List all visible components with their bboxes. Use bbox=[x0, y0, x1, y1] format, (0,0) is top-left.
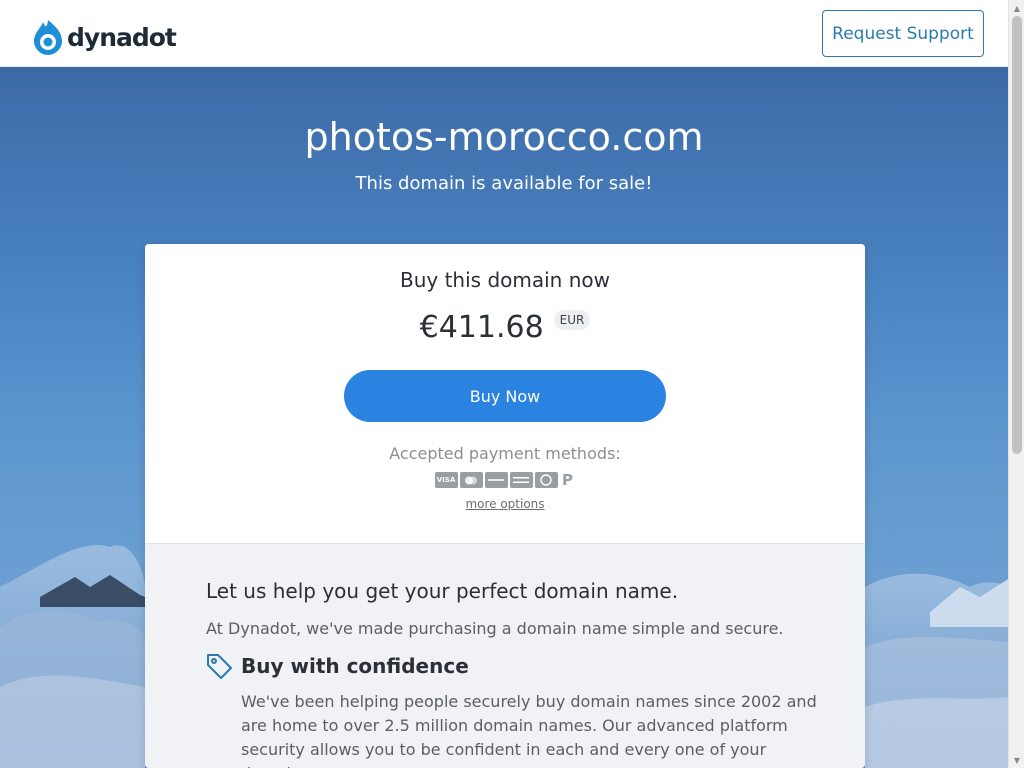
payment-methods-label: Accepted payment methods: bbox=[389, 444, 621, 463]
dynadot-flame-icon bbox=[34, 20, 62, 55]
confidence-heading: Buy with confidence bbox=[205, 652, 469, 680]
visa-icon: VISA bbox=[434, 472, 458, 488]
hero-section: photos-morocco.com This domain is availa… bbox=[0, 67, 1008, 768]
currency-badge: EUR bbox=[553, 309, 591, 330]
buy-section: Buy this domain now €411.68 EUR Buy Now … bbox=[145, 244, 865, 544]
confidence-text: We've been helping people securely buy d… bbox=[241, 692, 817, 768]
confidence-title: Buy with confidence bbox=[241, 654, 469, 678]
logo-text: dynadot bbox=[67, 22, 177, 52]
buy-title: Buy this domain now bbox=[400, 268, 610, 292]
domain-sale-subtitle: This domain is available for sale! bbox=[355, 173, 653, 194]
scroll-up-arrow-icon[interactable]: ▲ bbox=[1009, 0, 1024, 16]
scroll-thumb[interactable] bbox=[1012, 16, 1022, 454]
paypal-icon: P bbox=[562, 471, 573, 489]
vertical-scrollbar[interactable]: ▲ ▼ bbox=[1008, 0, 1024, 768]
amex-icon bbox=[509, 472, 533, 488]
more-options-link[interactable]: more options bbox=[145, 497, 865, 511]
alipay-icon bbox=[534, 472, 558, 488]
domain-name-title: photos-morocco.com bbox=[304, 115, 704, 159]
help-title: Let us help you get your perfect domain … bbox=[206, 579, 679, 603]
discover-icon bbox=[484, 472, 508, 488]
mastercard-icon bbox=[459, 472, 483, 488]
price-row: €411.68 EUR bbox=[145, 309, 865, 345]
payment-icons: VISA P bbox=[145, 471, 865, 489]
help-text: At Dynadot, we've made purchasing a doma… bbox=[206, 619, 784, 638]
price-value: €411.68 bbox=[419, 310, 544, 345]
price-tag-icon bbox=[207, 654, 232, 679]
request-support-button[interactable]: Request Support bbox=[822, 10, 984, 57]
scroll-down-arrow-icon[interactable]: ▼ bbox=[1009, 752, 1024, 768]
purchase-card: Buy this domain now €411.68 EUR Buy Now … bbox=[145, 244, 865, 768]
buy-now-button[interactable]: Buy Now bbox=[344, 370, 666, 422]
dynadot-logo[interactable]: dynadot bbox=[33, 18, 177, 56]
top-navbar: dynadot Request Support bbox=[0, 0, 1008, 67]
help-section: Let us help you get your perfect domain … bbox=[145, 544, 865, 768]
